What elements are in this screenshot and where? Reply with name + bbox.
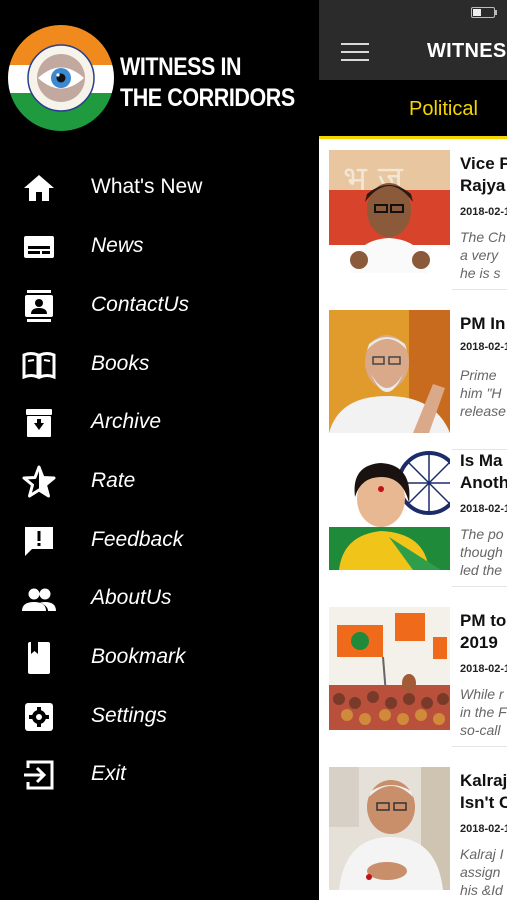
menu-item-about-us[interactable]: AboutUs [0, 569, 319, 627]
menu-item-settings[interactable]: Settings [0, 687, 319, 745]
archive-icon [26, 409, 52, 437]
article-card[interactable]: Is Ma Anoth 2018-02-1 The po though led the [319, 437, 507, 587]
menu-item-label: Rate [91, 469, 136, 492]
tab-political[interactable]: Political [409, 98, 478, 121]
bookmark-icon [28, 642, 50, 674]
menu-item-label: Feedback [91, 528, 184, 551]
article-date: 2018-02-1 [460, 341, 507, 353]
app-title: WITNES [427, 40, 507, 62]
article-excerpt: The Ch a very he is s [460, 229, 506, 281]
article-excerpt: The po though led the [460, 526, 504, 578]
menu-item-label: Settings [91, 704, 167, 727]
star-icon [22, 465, 56, 498]
feedback-icon [25, 527, 53, 556]
menu-item-feedback[interactable]: Feedback [0, 511, 319, 569]
news-icon [24, 236, 54, 258]
article-card[interactable]: Kalraj Isn't C 2018-02-1 Kalraj Iassign hi… [319, 757, 507, 900]
menu-item-label: Exit [91, 762, 127, 785]
article-date: 2018-02-1 [460, 503, 507, 515]
app-bar: WITNES [319, 0, 507, 80]
gear-icon [25, 703, 53, 731]
exit-icon [24, 760, 54, 790]
menu-item-books[interactable]: Books [0, 335, 319, 393]
people-icon [22, 588, 56, 611]
menu-item-bookmark[interactable]: Bookmark [0, 628, 319, 686]
article-card[interactable]: PM to 2019 2018-02-1 While r in the Fso-ca… [319, 597, 507, 747]
article-excerpt: Kalraj Iassign his &Id [460, 846, 504, 898]
app-logo-icon [8, 25, 114, 131]
home-icon [24, 175, 54, 201]
article-thumbnail [329, 310, 450, 433]
article-thumbnail: भ ज [329, 150, 450, 273]
menu-item-contact-us[interactable]: ContactUs [0, 276, 319, 334]
article-thumbnail [329, 607, 450, 730]
menu-item-label: News [91, 234, 144, 257]
tab-bar: Political [319, 80, 507, 138]
book-open-icon [22, 352, 56, 380]
article-date: 2018-02-1 [460, 206, 507, 218]
menu-item-rate[interactable]: Rate [0, 452, 319, 510]
article-card[interactable]: PM In 2018-02-1 Prime him "H release [319, 300, 507, 450]
menu-item-label: Bookmark [91, 645, 186, 668]
menu-item-archive[interactable]: Archive [0, 393, 319, 451]
article-card[interactable]: भ ज Vice P Rajya 2018-02-1 The Ch a very he… [319, 140, 507, 290]
tab-indicator [319, 136, 507, 139]
menu-item-news[interactable]: News [0, 217, 319, 275]
app-logo-text: WITNESS IN THE CORRIDORS [120, 53, 295, 112]
menu-item-label: AboutUs [91, 586, 172, 609]
article-date: 2018-02-1 [460, 823, 507, 835]
menu-item-whats-new[interactable]: What's New [0, 158, 319, 216]
navigation-drawer: WITNESS IN THE CORRIDORS What's New News… [0, 0, 319, 900]
menu-item-exit[interactable]: Exit [0, 745, 319, 803]
main-screen: WITNES Political भ ज Vice P Rajya 2018-02… [319, 0, 507, 900]
article-excerpt: While r in the Fso-call [460, 686, 507, 738]
menu-item-label: Books [91, 352, 150, 375]
hamburger-menu-icon[interactable] [341, 40, 369, 62]
menu-item-label: ContactUs [91, 293, 190, 316]
contact-icon [25, 290, 53, 322]
article-thumbnail [329, 447, 450, 570]
menu-item-label: What's New [91, 175, 203, 198]
article-thumbnail [329, 767, 450, 890]
article-date: 2018-02-1 [460, 663, 507, 675]
menu-item-label: Archive [91, 410, 162, 433]
article-excerpt: Prime him "H release [460, 367, 506, 419]
battery-icon [471, 7, 495, 18]
